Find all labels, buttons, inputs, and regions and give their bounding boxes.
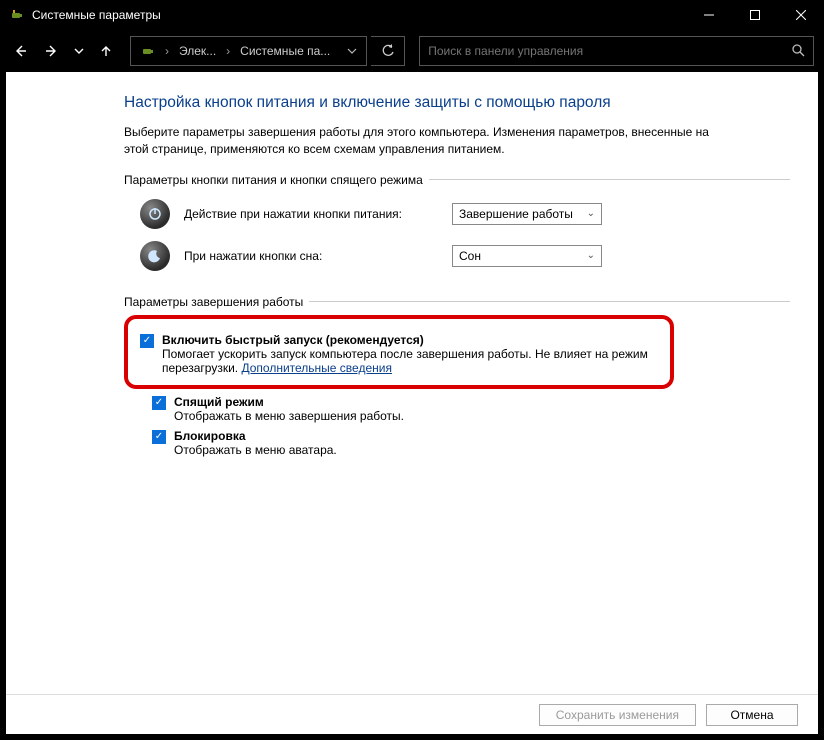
breadcrumb-separator: › [163,44,171,58]
divider [309,301,790,302]
minimize-button[interactable] [686,0,732,30]
footer: Сохранить изменения Отмена [6,694,818,734]
fast-start-title: Включить быстрый запуск (рекомендуется) [162,333,658,347]
nav-forward-button[interactable] [38,37,66,65]
search-input[interactable] [428,44,785,58]
sleep-icon [140,241,170,271]
section-shutdown: Параметры завершения работы [124,295,790,309]
sleep-mode-checkbox[interactable]: ✓ [152,396,166,410]
section-power-buttons: Параметры кнопки питания и кнопки спящег… [124,173,790,187]
breadcrumb-item-1[interactable]: Элек... [171,37,224,65]
highlight-box: ✓ Включить быстрый запуск (рекомендуется… [124,315,674,389]
sleep-mode-title: Спящий режим [174,395,404,409]
maximize-button[interactable] [732,0,778,30]
cancel-button[interactable]: Отмена [706,704,798,726]
fast-start-link[interactable]: Дополнительные сведения [241,361,391,375]
page-intro: Выберите параметры завершения работы для… [124,124,724,159]
refresh-button[interactable] [371,36,405,66]
save-button[interactable]: Сохранить изменения [539,704,696,726]
search-box[interactable] [419,36,814,66]
nav-up-button[interactable] [92,37,120,65]
power-button-value: Завершение работы [459,207,573,221]
address-expand-button[interactable] [338,46,366,56]
sleep-button-label: При нажатии кнопки сна: [184,249,438,263]
section-power-buttons-label: Параметры кнопки питания и кнопки спящег… [124,173,423,187]
power-icon [140,199,170,229]
sleep-button-row: При нажатии кнопки сна: Сон ⌄ [124,241,790,271]
fast-start-checkbox[interactable]: ✓ [140,334,154,348]
nav-back-button[interactable] [6,37,34,65]
lock-row: ✓ Блокировка Отображать в меню аватара. [124,429,790,457]
close-button[interactable] [778,0,824,30]
sleep-button-select[interactable]: Сон ⌄ [452,245,602,267]
navbar: › Элек... › Системные па... [0,30,824,72]
page-heading: Настройка кнопок питания и включение защ… [124,94,790,112]
client-area: Настройка кнопок питания и включение защ… [6,72,818,734]
content-area: Настройка кнопок питания и включение защ… [6,72,818,694]
divider [429,179,790,180]
lock-checkbox[interactable]: ✓ [152,430,166,444]
chevron-down-icon: ⌄ [587,208,595,219]
sleep-mode-desc: Отображать в меню завершения работы. [174,409,404,423]
section-shutdown-label: Параметры завершения работы [124,295,303,309]
breadcrumb-item-2[interactable]: Системные па... [232,37,338,65]
fast-start-desc: Помогает ускорить запуск компьютера посл… [162,347,648,375]
power-button-select[interactable]: Завершение работы ⌄ [452,203,602,225]
lock-desc: Отображать в меню аватара. [174,443,337,457]
sleep-button-value: Сон [459,249,481,263]
window-frame: Системные параметры › Элек... [0,0,824,740]
app-icon [8,7,24,23]
nav-history-button[interactable] [70,37,88,65]
breadcrumb-icon [131,37,163,65]
breadcrumb-separator: › [224,44,232,58]
search-icon [791,43,805,60]
power-button-label: Действие при нажатии кнопки питания: [184,207,438,221]
titlebar: Системные параметры [0,0,824,30]
lock-title: Блокировка [174,429,337,443]
power-button-row: Действие при нажатии кнопки питания: Зав… [124,199,790,229]
fast-start-row: ✓ Включить быстрый запуск (рекомендуется… [140,333,658,375]
chevron-down-icon: ⌄ [587,250,595,261]
window-title: Системные параметры [32,8,686,22]
address-bar[interactable]: › Элек... › Системные па... [130,36,367,66]
sleep-mode-row: ✓ Спящий режим Отображать в меню заверше… [124,395,790,423]
